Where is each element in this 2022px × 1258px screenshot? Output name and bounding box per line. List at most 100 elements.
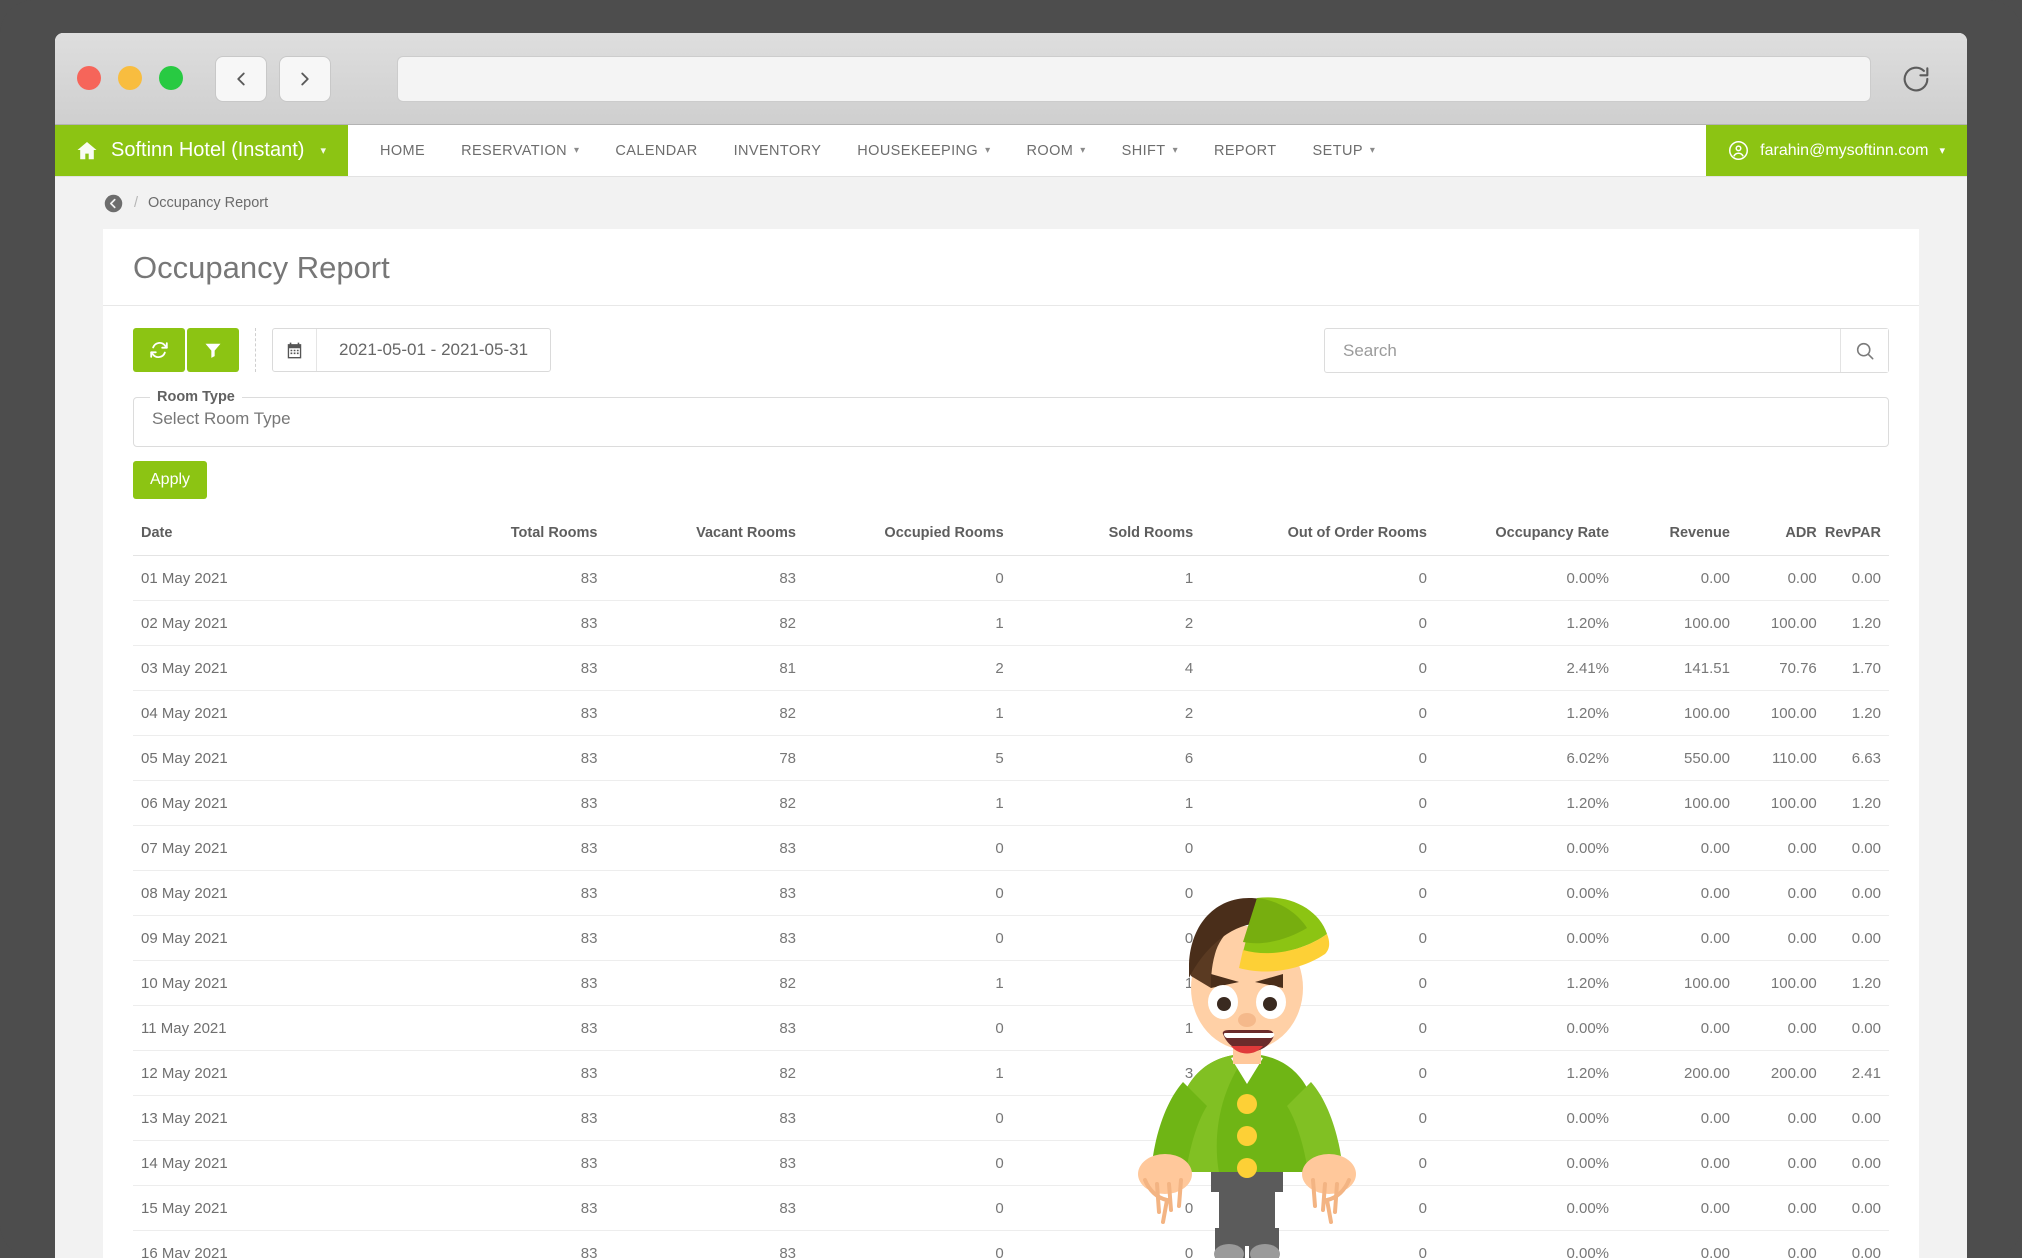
search-submit-button[interactable] — [1840, 329, 1888, 372]
table-cell: 0 — [1201, 1005, 1435, 1051]
back-button[interactable] — [215, 56, 267, 102]
nav-item-shift[interactable]: SHIFT ▾ — [1104, 125, 1196, 177]
calendar-icon — [287, 342, 302, 358]
table-cell: 1.70 — [1824, 645, 1889, 691]
table-cell: 83 — [605, 870, 804, 916]
table-cell: 0 — [804, 870, 1012, 916]
nav-item-inventory[interactable]: INVENTORY — [716, 125, 840, 177]
table-cell: 1.20% — [1434, 1050, 1618, 1096]
table-row[interactable]: 05 May 2021 83 78 5 6 0 6.02% 550.00 110.00 6.63 — [133, 735, 1889, 781]
table-row[interactable]: 03 May 2021 83 81 2 4 0 2.41% 141.51 70.76 1.70 — [133, 645, 1889, 691]
table-cell: 0 — [804, 555, 1012, 601]
table-row[interactable]: 09 May 2021 83 83 0 0 0 0.00% 0.00 0.00 0.00 — [133, 915, 1889, 961]
refresh-button[interactable] — [133, 328, 185, 372]
occupancy-table-wrapper: Date Total Rooms Vacant Rooms Occupied Room… — [133, 525, 1889, 1258]
table-column-header[interactable]: Total Rooms — [416, 525, 606, 556]
table-cell: 82 — [605, 600, 804, 646]
table-column-header[interactable]: Out of Order Rooms — [1201, 525, 1435, 556]
nav-item-calendar[interactable]: CALENDAR — [597, 125, 715, 177]
table-row[interactable]: 13 May 2021 83 83 0 0 0 0.00% 0.00 0.00 0.00 — [133, 1095, 1889, 1141]
user-account-menu[interactable]: farahin@mysoftinn.com ▾ — [1706, 125, 1967, 176]
browser-chrome: + — [55, 33, 1967, 125]
table-column-header[interactable]: Date — [133, 525, 416, 556]
search-box[interactable] — [1324, 328, 1889, 373]
table-row[interactable]: 15 May 2021 83 83 0 0 0 0.00% 0.00 0.00 0.00 — [133, 1185, 1889, 1231]
table-column-header[interactable]: Occupancy Rate — [1435, 525, 1617, 556]
table-cell: 0 — [1011, 870, 1202, 916]
table-cell: 0 — [1011, 1095, 1202, 1141]
table-cell: 78 — [605, 735, 804, 781]
nav-item-home[interactable]: HOME — [362, 125, 443, 177]
nav-item-housekeeping[interactable]: HOUSEKEEPING ▾ — [839, 125, 1008, 177]
room-type-fieldset[interactable]: Room Type Select Room Type — [133, 389, 1889, 447]
brand-hotel-selector[interactable]: Softinn Hotel (Instant) ▾ — [55, 125, 348, 176]
table-row[interactable]: 01 May 2021 83 83 0 1 0 0.00% 0.00 0.00 0.00 — [133, 555, 1889, 601]
monitor-bezel: + Softinn Hotel (Instant) ▾ HOME RESERVA… — [0, 0, 2022, 1258]
table-row[interactable]: 10 May 2021 83 82 1 1 0 1.20% 100.00 100.00 1.20 — [133, 960, 1889, 1006]
table-row[interactable]: 07 May 2021 83 83 0 0 0 0.00% 0.00 0.00 0.00 — [133, 825, 1889, 871]
date-range-picker[interactable]: 2021-05-01 - 2021-05-31 — [272, 328, 552, 372]
nav-item-report[interactable]: REPORT — [1196, 125, 1295, 177]
table-row[interactable]: 08 May 2021 83 83 0 0 0 0.00% 0.00 0.00 0.00 — [133, 870, 1889, 916]
minimize-window-button[interactable] — [118, 66, 142, 90]
table-cell: 83 — [415, 1005, 606, 1051]
table-cell: 0.00 — [1824, 555, 1889, 601]
close-window-button[interactable] — [77, 66, 101, 90]
date-range-value: 2021-05-01 - 2021-05-31 — [339, 340, 529, 359]
table-cell: 100.00 — [1737, 690, 1825, 736]
table-column-header[interactable]: RevPAR — [1825, 525, 1889, 556]
brand-label: Softinn Hotel (Instant) — [111, 139, 305, 161]
table-cell: 1 — [804, 1050, 1012, 1096]
table-column-header[interactable]: Sold Rooms — [1012, 525, 1201, 556]
table-row[interactable]: 14 May 2021 83 83 0 0 0 0.00% 0.00 0.00 0.00 — [133, 1140, 1889, 1186]
table-column-header[interactable]: Occupied Rooms — [804, 525, 1012, 556]
table-row[interactable]: 06 May 2021 83 82 1 1 0 1.20% 100.00 100.00 1.20 — [133, 780, 1889, 826]
table-column-header[interactable]: Revenue — [1617, 525, 1738, 556]
table-column-header[interactable]: Vacant Rooms — [605, 525, 804, 556]
table-cell: 83 — [415, 645, 606, 691]
table-cell: 0.00 — [1617, 915, 1738, 961]
toolbar-button-group — [133, 328, 239, 372]
breadcrumb-current: Occupancy Report — [148, 195, 269, 211]
nav-item-setup[interactable]: SETUP ▾ — [1295, 125, 1394, 177]
table-row[interactable]: 04 May 2021 83 82 1 2 0 1.20% 100.00 100.00 1.20 — [133, 690, 1889, 736]
table-cell: 03 May 2021 — [133, 645, 416, 691]
table-column-header[interactable]: ADR — [1738, 525, 1825, 556]
table-cell: 0.00% — [1434, 1005, 1618, 1051]
table-cell: 0.00 — [1737, 870, 1825, 916]
table-cell: 100.00 — [1617, 690, 1738, 736]
maximize-window-button[interactable] — [159, 66, 183, 90]
window-traffic-lights — [77, 66, 183, 90]
table-row[interactable]: 02 May 2021 83 82 1 2 0 1.20% 100.00 100.00 1.20 — [133, 600, 1889, 646]
nav-item-room[interactable]: ROOM ▾ — [1009, 125, 1104, 177]
forward-button[interactable] — [279, 56, 331, 102]
address-bar[interactable] — [397, 56, 1871, 102]
back-circle-icon[interactable] — [103, 193, 124, 214]
table-cell: 13 May 2021 — [133, 1095, 416, 1141]
chevron-down-icon: ▾ — [1939, 145, 1945, 157]
apply-button[interactable]: Apply — [133, 461, 208, 499]
reload-button[interactable] — [1900, 63, 1932, 95]
table-row[interactable]: 11 May 2021 83 83 0 1 0 0.00% 0.00 0.00 0.00 — [133, 1005, 1889, 1051]
table-cell: 1.20 — [1824, 780, 1889, 826]
table-cell: 83 — [415, 870, 606, 916]
toolbar-divider — [255, 328, 256, 372]
report-toolbar: 2021-05-01 - 2021-05-31 — [133, 328, 1889, 373]
table-cell: 0.00% — [1434, 1185, 1618, 1231]
filter-button[interactable] — [187, 328, 239, 372]
table-row[interactable]: 12 May 2021 83 82 1 3 0 1.20% 200.00 200.00 2.41 — [133, 1050, 1889, 1096]
room-type-value[interactable]: Select Room Type — [134, 405, 1888, 446]
table-cell: 0 — [1011, 1230, 1202, 1258]
search-input[interactable] — [1325, 329, 1840, 372]
browser-window: + Softinn Hotel (Instant) ▾ HOME RESERVA… — [55, 33, 1967, 1258]
table-cell: 1.20 — [1824, 690, 1889, 736]
table-row[interactable]: 16 May 2021 83 83 0 0 0 0.00% 0.00 0.00 0.00 — [133, 1230, 1889, 1258]
nav-item-reservation[interactable]: RESERVATION ▾ — [443, 125, 597, 177]
table-cell: 83 — [605, 915, 804, 961]
room-type-legend: Room Type — [157, 389, 235, 405]
table-cell: 83 — [415, 735, 606, 781]
table-cell: 0.00% — [1434, 1140, 1618, 1186]
page-container: Occupancy Report 2021-05-01 - 2021-05-31… — [55, 229, 1967, 1258]
table-cell: 83 — [415, 780, 606, 826]
table-body: 01 May 2021 83 83 0 1 0 0.00% 0.00 0.00 0.00 02 Ma… — [133, 555, 1889, 1258]
